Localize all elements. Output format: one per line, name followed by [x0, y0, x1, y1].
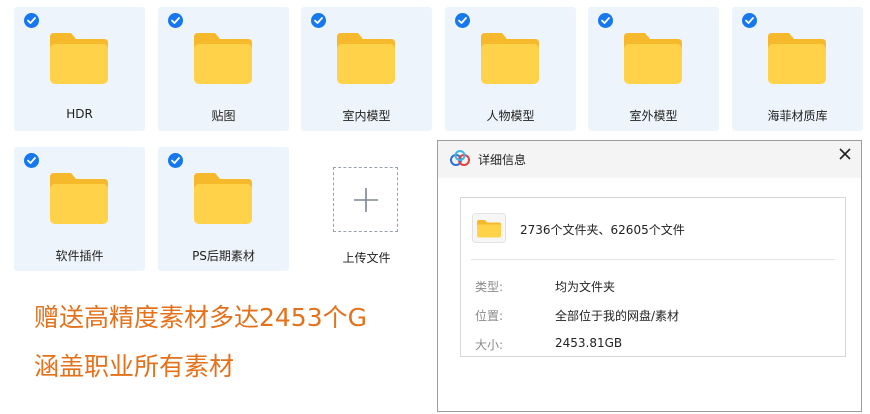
checkmark-icon[interactable] — [168, 13, 183, 28]
size-key: 大小: — [475, 338, 504, 352]
promo-line-1: 赠送高精度素材多达2453个G — [34, 303, 367, 332]
folder-tile-hdr[interactable]: HDR — [14, 7, 145, 131]
folder-icon — [478, 31, 542, 89]
checkmark-icon[interactable] — [311, 13, 326, 28]
upload-label: 上传文件 — [342, 251, 391, 265]
folder-tile-interior-models[interactable]: 室内模型 — [301, 7, 432, 131]
folder-tile-material-library[interactable]: 海菲材质库 — [732, 7, 863, 131]
divider — [471, 259, 835, 260]
dialog-header: 详细信息 — [438, 141, 861, 178]
folder-tile-character-models[interactable]: 人物模型 — [445, 7, 576, 131]
checkmark-icon[interactable] — [598, 13, 613, 28]
upload-button[interactable] — [333, 167, 398, 232]
folder-icon — [47, 31, 111, 89]
folder-icon — [191, 171, 255, 229]
info-panel: 2736个文件夹、62605个文件 类型: 均为文件夹 位置: 全部位于我的网盘… — [460, 197, 846, 357]
folder-label: HDR — [66, 107, 93, 121]
promo-line-2: 涵盖职业所有素材 — [34, 352, 235, 381]
close-button[interactable] — [835, 144, 855, 164]
upload-tile[interactable]: 上传文件 — [301, 147, 432, 271]
folder-icon — [621, 31, 685, 89]
folder-label: 贴图 — [211, 109, 236, 123]
folder-icon — [765, 31, 829, 89]
folder-label: PS后期素材 — [192, 249, 255, 263]
folder-tile-software-plugins[interactable]: 软件插件 — [14, 147, 145, 271]
folder-icon — [191, 31, 255, 89]
folder-tile-ps-postprocessing[interactable]: PS后期素材 — [158, 147, 289, 271]
dialog-title: 详细信息 — [478, 153, 527, 167]
folder-tile-exterior-models[interactable]: 室外模型 — [588, 7, 719, 131]
folder-tile-textures[interactable]: 贴图 — [158, 7, 289, 131]
folder-label: 室外模型 — [629, 109, 678, 123]
folder-label: 室内模型 — [342, 109, 391, 123]
checkmark-icon[interactable] — [168, 153, 183, 168]
cloud-logo-icon — [449, 150, 471, 170]
folder-icon — [334, 31, 398, 89]
location-value: 全部位于我的网盘/素材 — [555, 309, 680, 323]
selection-summary: 2736个文件夹、62605个文件 — [520, 223, 685, 237]
size-value: 2453.81GB — [555, 336, 623, 350]
folder-label: 人物模型 — [486, 109, 535, 123]
folder-icon — [47, 171, 111, 229]
type-value: 均为文件夹 — [555, 280, 616, 294]
checkmark-icon[interactable] — [24, 13, 39, 28]
checkmark-icon[interactable] — [742, 13, 757, 28]
type-key: 类型: — [475, 280, 504, 294]
details-dialog: 详细信息 2736个文件夹、62605个文件 类型: 均为文件夹 位置: 全部位… — [437, 140, 862, 412]
folder-label: 软件插件 — [55, 249, 104, 263]
checkmark-icon[interactable] — [24, 153, 39, 168]
folder-icon — [472, 213, 506, 247]
location-key: 位置: — [475, 309, 504, 323]
checkmark-icon[interactable] — [455, 13, 470, 28]
folder-label: 海菲材质库 — [767, 109, 828, 123]
